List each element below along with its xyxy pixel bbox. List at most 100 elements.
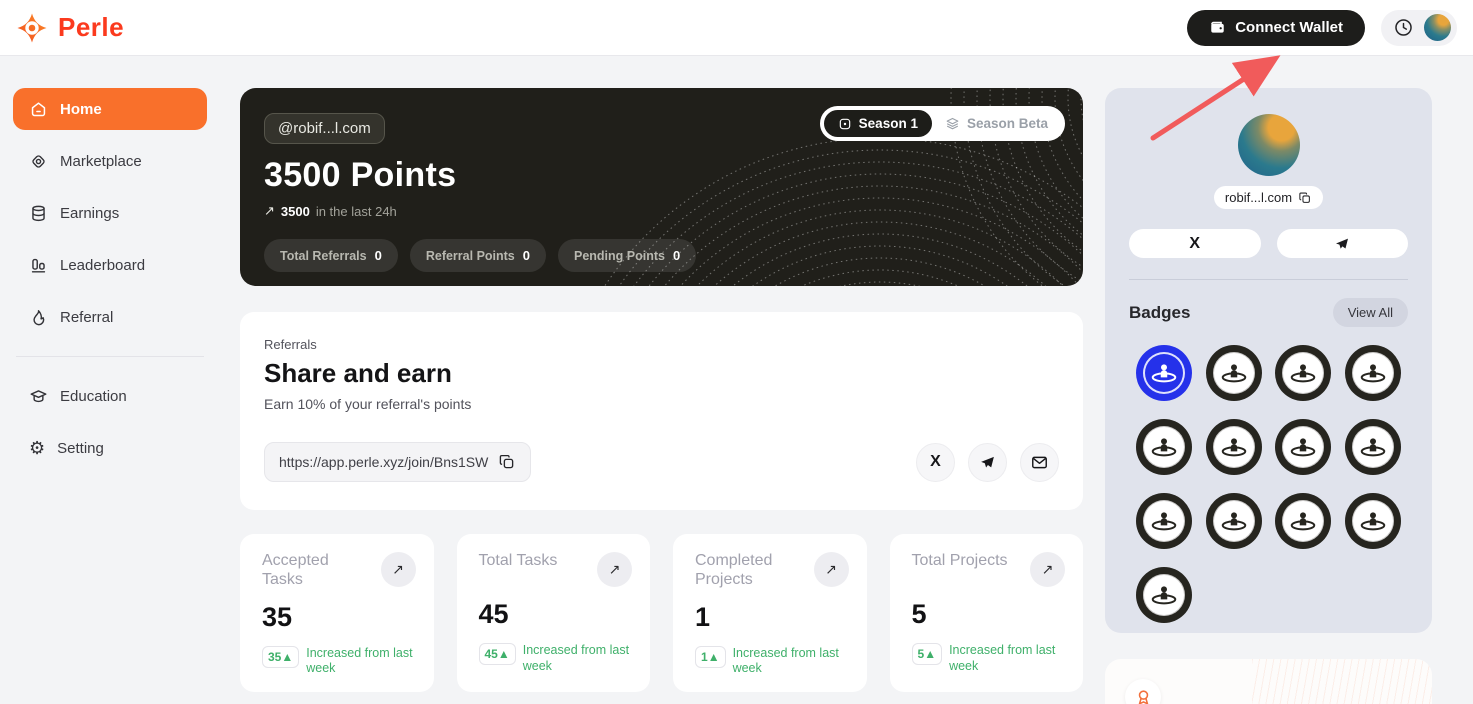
- referral-link-copy[interactable]: https://app.perle.xyz/join/Bns1SW: [264, 442, 531, 482]
- badge-novice[interactable]: [1136, 345, 1192, 401]
- badges-header: Badges View All: [1129, 298, 1408, 327]
- profile-avatar: [1238, 114, 1300, 176]
- flame-icon: [29, 308, 48, 327]
- medal-icon-circle: [1125, 679, 1161, 704]
- metric-label: Total Referrals: [280, 249, 367, 263]
- clock-icon[interactable]: [1393, 17, 1414, 38]
- badge-combo-master-2[interactable]: [1345, 493, 1401, 549]
- sidebar-label-education: Education: [60, 388, 127, 405]
- email-icon: [1030, 453, 1049, 472]
- badge-mastermind[interactable]: [1136, 419, 1192, 475]
- sidebar: Home Marketplace Earnings Leaderboard: [0, 56, 220, 479]
- home-icon: [29, 100, 48, 119]
- stat-delta-value: 45: [485, 647, 498, 661]
- badge-figure-icon: [1149, 580, 1179, 610]
- badge-trailblazer[interactable]: [1206, 419, 1262, 475]
- rewards-decorative-stripes: [1252, 659, 1432, 704]
- sidebar-label-leaderboard: Leaderboard: [60, 257, 145, 274]
- triangle-up-icon: ▲: [924, 647, 936, 661]
- metric-value: 0: [673, 248, 680, 263]
- metric-label: Referral Points: [426, 249, 515, 263]
- badge-combo-master-1[interactable]: [1275, 493, 1331, 549]
- x-icon: X: [930, 453, 941, 471]
- sidebar-item-setting[interactable]: ⚙ Setting: [13, 427, 207, 469]
- profile-telegram-button[interactable]: [1277, 229, 1409, 258]
- sidebar-item-earnings[interactable]: Earnings: [13, 192, 207, 234]
- view-all-badges-button[interactable]: View All: [1333, 298, 1408, 327]
- copy-icon: [498, 453, 516, 471]
- triangle-up-icon: ▲: [708, 650, 720, 664]
- profile-username-copy[interactable]: robif...l.com: [1214, 186, 1323, 209]
- sidebar-label-setting: Setting: [57, 440, 104, 457]
- season-toggle: Season 1 Season Beta: [820, 106, 1065, 141]
- sidebar-item-home[interactable]: Home: [13, 88, 207, 130]
- season-1-label: Season 1: [859, 116, 918, 131]
- metric-label: Pending Points: [574, 249, 665, 263]
- stat-value: 45: [479, 599, 633, 630]
- points-delta-text: in the last 24h: [316, 204, 397, 219]
- season-beta-tab[interactable]: Season Beta: [932, 110, 1061, 137]
- badge-speed-demon[interactable]: [1275, 419, 1331, 475]
- badge-marathoner[interactable]: [1345, 419, 1401, 475]
- badge-bug-hunter[interactable]: [1136, 493, 1192, 549]
- arrow-up-right-icon: ↗: [392, 561, 404, 578]
- share-x-button[interactable]: X: [916, 443, 955, 482]
- hero-metrics-row: Total Referrals 0 Referral Points 0 Pend…: [264, 239, 1059, 272]
- stat-card-completed-projects: Completed Projects ↗ 1 1▲ Increased from…: [673, 534, 867, 692]
- share-buttons: X: [916, 443, 1059, 482]
- brand-logo[interactable]: Perle: [16, 12, 124, 44]
- open-stat-button[interactable]: ↗: [381, 552, 416, 587]
- stat-note: Increased from last week: [306, 646, 415, 677]
- badge-figure-icon: [1219, 506, 1249, 536]
- wallet-icon: [1209, 19, 1226, 36]
- stats-row: Accepted Tasks ↗ 35 35▲ Increased from l…: [240, 534, 1083, 692]
- hero-username-chip: @robif...l.com: [264, 113, 385, 144]
- badge-figure-icon: [1288, 506, 1318, 536]
- badge-scholar[interactable]: [1275, 345, 1331, 401]
- badge-combo-master-3[interactable]: [1136, 567, 1192, 623]
- telegram-icon: [979, 454, 996, 471]
- season-icon: [838, 117, 852, 131]
- badge-professor[interactable]: [1345, 345, 1401, 401]
- triangle-up-icon: ▲: [498, 647, 510, 661]
- open-stat-button[interactable]: ↗: [1030, 552, 1065, 587]
- trend-up-icon: ↗: [264, 203, 275, 219]
- open-stat-button[interactable]: ↗: [597, 552, 632, 587]
- profile-x-button[interactable]: X: [1129, 229, 1261, 258]
- badge-researcher[interactable]: [1206, 345, 1262, 401]
- header-avatar[interactable]: [1424, 14, 1451, 41]
- badge-figure-icon: [1288, 358, 1318, 388]
- leaderboard-icon: [29, 256, 48, 275]
- referrals-title: Share and earn: [264, 358, 1059, 389]
- badge-accuracy-guardian[interactable]: [1206, 493, 1262, 549]
- connect-wallet-button[interactable]: Connect Wallet: [1187, 10, 1365, 46]
- badge-figure-icon: [1149, 506, 1179, 536]
- share-telegram-button[interactable]: [968, 443, 1007, 482]
- stat-title: Completed Projects: [695, 552, 803, 590]
- sidebar-item-referral[interactable]: Referral: [13, 296, 207, 338]
- arrow-up-right-icon: ↗: [1042, 561, 1054, 578]
- sidebar-item-education[interactable]: Education: [13, 375, 207, 417]
- rewards-card: [1105, 659, 1432, 704]
- share-email-button[interactable]: [1020, 443, 1059, 482]
- header-user-pill: [1381, 10, 1457, 46]
- stat-note: Increased from last week: [949, 643, 1065, 674]
- open-stat-button[interactable]: ↗: [814, 552, 849, 587]
- badge-figure-icon: [1219, 358, 1249, 388]
- sidebar-label-marketplace: Marketplace: [60, 153, 142, 170]
- page-content: Home Marketplace Earnings Leaderboard: [0, 56, 1473, 704]
- stat-delta-value: 1: [701, 650, 708, 664]
- referrals-eyebrow: Referrals: [264, 337, 1059, 352]
- marketplace-icon: [29, 152, 48, 171]
- sidebar-item-leaderboard[interactable]: Leaderboard: [13, 244, 207, 286]
- stat-value: 1: [695, 602, 849, 633]
- points-delta-value: 3500: [281, 204, 310, 219]
- arrow-up-right-icon: ↗: [609, 561, 621, 578]
- stat-note: Increased from last week: [733, 646, 849, 677]
- sidebar-label-referral: Referral: [60, 309, 113, 326]
- badge-figure-icon: [1149, 358, 1179, 388]
- sidebar-item-marketplace[interactable]: Marketplace: [13, 140, 207, 182]
- stat-delta-chip: 35▲: [262, 646, 299, 668]
- stat-card-accepted-tasks: Accepted Tasks ↗ 35 35▲ Increased from l…: [240, 534, 434, 692]
- season-1-tab[interactable]: Season 1: [824, 110, 932, 137]
